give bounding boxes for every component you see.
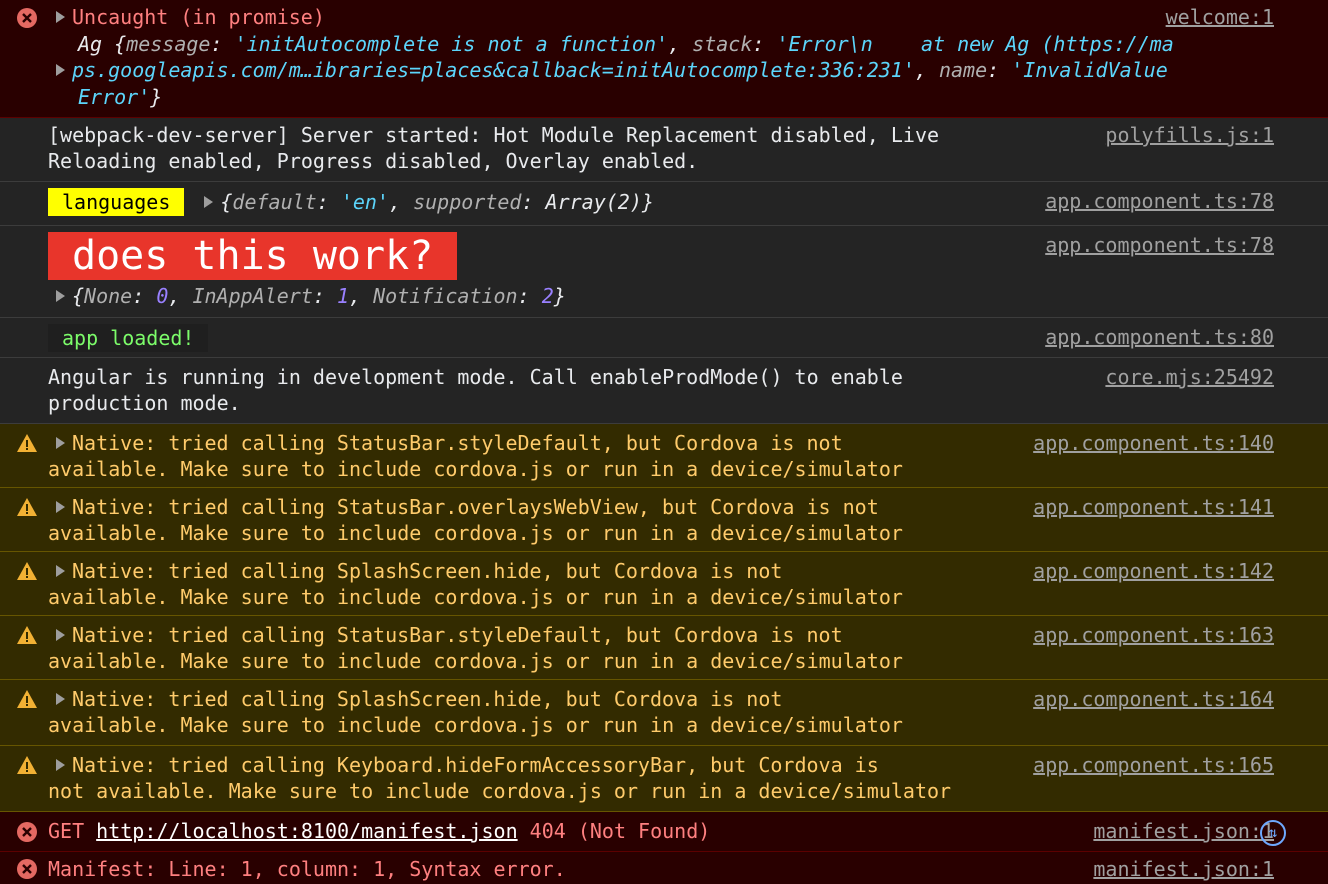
warning-icon — [17, 434, 37, 452]
console-message-angular: Angular is running in development mode. … — [0, 358, 1328, 424]
expand-triangle-icon[interactable] — [56, 64, 65, 76]
message-text[interactable]: Native: tried calling StatusBar.styleDef… — [56, 430, 843, 456]
error-icon — [17, 8, 37, 28]
source-link[interactable]: app.component.ts:165 — [1033, 752, 1274, 778]
console-message-loaded: app loaded! app.component.ts:80 — [0, 318, 1328, 358]
warning-icon — [17, 690, 37, 708]
expand-triangle-icon[interactable] — [56, 290, 65, 302]
message-text: available. Make sure to include cordova.… — [48, 457, 903, 481]
source-link[interactable]: manifest.json:1 — [1093, 856, 1274, 882]
source-link[interactable]: core.mjs:25492 — [1105, 364, 1274, 390]
request-url-link[interactable]: http://localhost:8100/manifest.json — [96, 819, 517, 843]
warning-icon — [17, 562, 37, 580]
console-warning: Native: tried calling StatusBar.styleDef… — [0, 616, 1328, 680]
expand-triangle-icon[interactable] — [56, 629, 65, 641]
message-text: languages {default: 'en', supported: Arra… — [48, 188, 654, 216]
console-warning: Native: tried calling SplashScreen.hide,… — [0, 552, 1328, 616]
message-text[interactable]: Native: tried calling SplashScreen.hide,… — [56, 558, 782, 584]
message-text: production mode. — [48, 391, 241, 415]
source-link[interactable]: app.component.ts:78 — [1045, 232, 1274, 258]
message-text: GET http://localhost:8100/manifest.json … — [48, 819, 711, 843]
expand-triangle-icon[interactable] — [204, 196, 214, 208]
console-message-manifest-error: Manifest: Line: 1, column: 1, Syntax err… — [0, 852, 1328, 884]
source-link[interactable]: manifest.json:1 — [1093, 818, 1274, 844]
error-icon — [17, 822, 37, 842]
warning-icon — [17, 626, 37, 644]
message-text[interactable]: Native: tried calling SplashScreen.hide,… — [56, 686, 782, 712]
console-warning: Native: tried calling Keyboard.hideFormA… — [0, 746, 1328, 812]
message-text: [webpack-dev-server] Server started: Hot… — [48, 123, 940, 147]
message-text: available. Make sure to include cordova.… — [48, 713, 903, 737]
uncaught-object-line1: Ag {message: 'initAutocomplete is not a … — [78, 32, 1174, 56]
message-text: available. Make sure to include cordova.… — [48, 649, 903, 673]
message-text: Manifest: Line: 1, column: 1, Syntax err… — [48, 857, 566, 881]
error-icon — [17, 859, 37, 879]
styled-badge: app loaded! — [48, 324, 209, 352]
uncaught-title[interactable]: Uncaught (in promise) — [56, 4, 325, 30]
console-message-webpack: [webpack-dev-server] Server started: Hot… — [0, 118, 1328, 182]
message-text: available. Make sure to include cordova.… — [48, 521, 903, 545]
console-message-network-error: GET http://localhost:8100/manifest.json … — [0, 812, 1328, 852]
console-message-uncaught: Uncaught (in promise) Ag {message: 'init… — [0, 0, 1328, 118]
expand-triangle-icon[interactable] — [56, 11, 65, 23]
expand-triangle-icon[interactable] — [56, 565, 65, 577]
uncaught-object-line3: Error'} — [78, 85, 163, 109]
source-link[interactable]: app.component.ts:80 — [1045, 324, 1274, 350]
console-message-languages: languages {default: 'en', supported: Arra… — [0, 182, 1328, 226]
expand-triangle-icon[interactable] — [56, 693, 65, 705]
message-text[interactable]: Native: tried calling StatusBar.overlays… — [56, 494, 879, 520]
source-link[interactable]: polyfills.js:1 — [1105, 122, 1274, 148]
console-message-works: does this work? {None: 0, InAppAlert: 1,… — [0, 226, 1328, 318]
source-link[interactable]: app.component.ts:142 — [1033, 558, 1274, 584]
message-text[interactable]: {None: 0, InAppAlert: 1, Notification: 2… — [56, 283, 566, 309]
warning-icon — [17, 756, 37, 774]
warning-icon — [17, 498, 37, 516]
message-text: Angular is running in development mode. … — [48, 365, 903, 389]
message-badge-line: does this work? — [48, 232, 458, 280]
styled-badge: languages — [48, 188, 185, 216]
source-link[interactable]: app.component.ts:140 — [1033, 430, 1274, 456]
console-warning: Native: tried calling StatusBar.styleDef… — [0, 424, 1328, 488]
console-warning: Native: tried calling StatusBar.overlays… — [0, 488, 1328, 552]
source-link[interactable]: app.component.ts:164 — [1033, 686, 1274, 712]
styled-badge: does this work? — [48, 232, 458, 280]
message-text[interactable]: Native: tried calling StatusBar.styleDef… — [56, 622, 843, 648]
network-request-icon[interactable]: ⇅ — [1260, 820, 1286, 846]
message-text: not available. Make sure to include cord… — [48, 779, 952, 803]
message-text: app loaded! — [48, 324, 209, 352]
expand-triangle-icon[interactable] — [56, 501, 65, 513]
expand-triangle-icon[interactable] — [56, 759, 65, 771]
source-link[interactable]: app.component.ts:141 — [1033, 494, 1274, 520]
message-text: Reloading enabled, Progress disabled, Ov… — [48, 149, 699, 173]
source-link[interactable]: app.component.ts:78 — [1045, 188, 1274, 214]
source-link[interactable]: welcome:1 — [1166, 4, 1274, 30]
uncaught-object-line2[interactable]: ps.googleapis.com/m…ibraries=places&call… — [56, 57, 1168, 83]
console-panel: Uncaught (in promise) Ag {message: 'init… — [0, 0, 1328, 884]
expand-triangle-icon[interactable] — [56, 437, 65, 449]
message-text: available. Make sure to include cordova.… — [48, 585, 903, 609]
console-warning: Native: tried calling SplashScreen.hide,… — [0, 680, 1328, 746]
message-text[interactable]: Native: tried calling Keyboard.hideFormA… — [56, 752, 879, 778]
source-link[interactable]: app.component.ts:163 — [1033, 622, 1274, 648]
